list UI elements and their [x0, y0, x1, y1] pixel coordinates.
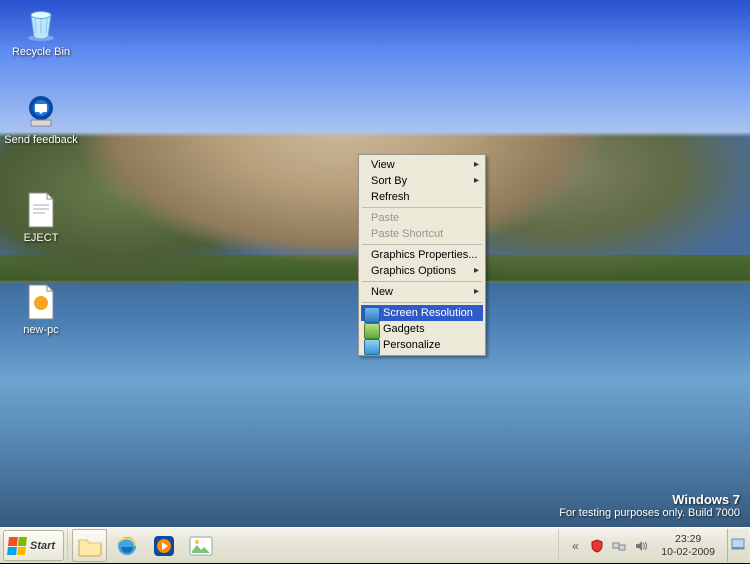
show-desktop-icon [730, 537, 746, 553]
document-icon [21, 282, 61, 322]
folder-icon [77, 535, 103, 557]
menu-paste: Paste [361, 210, 483, 226]
quicklaunch-explorer[interactable] [72, 529, 107, 562]
quicklaunch-paint[interactable] [183, 529, 218, 562]
menu-separator [362, 207, 482, 208]
build-watermark: Windows 7 For testing purposes only. Bui… [559, 492, 740, 519]
menu-sort-by[interactable]: Sort By [361, 173, 483, 189]
clock-time: 23:29 [661, 533, 715, 546]
picture-icon [188, 535, 214, 557]
desktop[interactable]: Recycle Bin Send feedback EJECT [0, 0, 750, 527]
menu-screen-resolution[interactable]: Screen Resolution [361, 305, 483, 321]
menu-label: Graphics Options [371, 265, 456, 277]
quicklaunch-media-player[interactable] [146, 529, 181, 562]
desktop-icon-label: EJECT [4, 232, 78, 245]
taskbar-clock[interactable]: 23:29 10-02-2009 [655, 533, 721, 559]
watermark-title: Windows 7 [559, 492, 740, 507]
menu-label: Screen Resolution [383, 307, 473, 319]
desktop-icon-label: Recycle Bin [4, 46, 78, 59]
desktop-icon-eject[interactable]: EJECT [4, 190, 78, 245]
menu-label: Gadgets [383, 323, 425, 335]
menu-label: Paste [371, 212, 399, 224]
desktop-context-menu: View Sort By Refresh Paste Paste Shortcu… [358, 154, 486, 356]
start-label: Start [30, 540, 55, 552]
menu-separator [362, 244, 482, 245]
menu-separator [362, 302, 482, 303]
menu-graphics-properties[interactable]: Graphics Properties... [361, 247, 483, 263]
clock-date: 10-02-2009 [661, 546, 715, 559]
menu-label: Graphics Properties... [371, 249, 477, 261]
start-button[interactable]: Start [3, 530, 64, 561]
tray-security-icon[interactable] [589, 538, 605, 554]
desktop-icon-label: Send feedback [4, 134, 78, 147]
text-file-icon [21, 190, 61, 230]
menu-personalize[interactable]: Personalize [361, 337, 483, 353]
menu-label: Paste Shortcut [371, 228, 443, 240]
watermark-subtitle: For testing purposes only. Build 7000 [559, 507, 740, 519]
menu-label: New [371, 286, 393, 298]
tray-chevron-icon[interactable]: « [567, 538, 583, 554]
tray-volume-icon[interactable] [633, 538, 649, 554]
internet-explorer-icon [115, 534, 139, 558]
menu-label: Refresh [371, 191, 410, 203]
taskbar: Start [0, 527, 750, 563]
menu-graphics-options[interactable]: Graphics Options [361, 263, 483, 279]
menu-new[interactable]: New [361, 284, 483, 300]
desktop-icon-recycle-bin[interactable]: Recycle Bin [4, 4, 78, 59]
menu-separator [362, 281, 482, 282]
desktop-icon-new-pc[interactable]: new-pc [4, 282, 78, 337]
feedback-icon [21, 92, 61, 132]
show-desktop-button[interactable] [727, 529, 748, 562]
windows-logo-icon [7, 537, 27, 555]
menu-refresh[interactable]: Refresh [361, 189, 483, 205]
desktop-icon-send-feedback[interactable]: Send feedback [4, 92, 78, 147]
menu-paste-shortcut: Paste Shortcut [361, 226, 483, 242]
system-tray: « 23:29 10-02-2009 [558, 529, 750, 562]
tray-network-icon[interactable] [611, 538, 627, 554]
quick-launch [67, 529, 222, 562]
menu-gadgets[interactable]: Gadgets [361, 321, 483, 337]
media-player-icon [152, 534, 176, 558]
personalize-icon [364, 339, 380, 355]
desktop-icon-label: new-pc [4, 324, 78, 337]
quicklaunch-ie[interactable] [109, 529, 144, 562]
menu-view[interactable]: View [361, 157, 483, 173]
recycle-bin-icon [21, 4, 61, 44]
menu-label: View [371, 159, 395, 171]
menu-label: Personalize [383, 339, 440, 351]
menu-label: Sort By [371, 175, 407, 187]
